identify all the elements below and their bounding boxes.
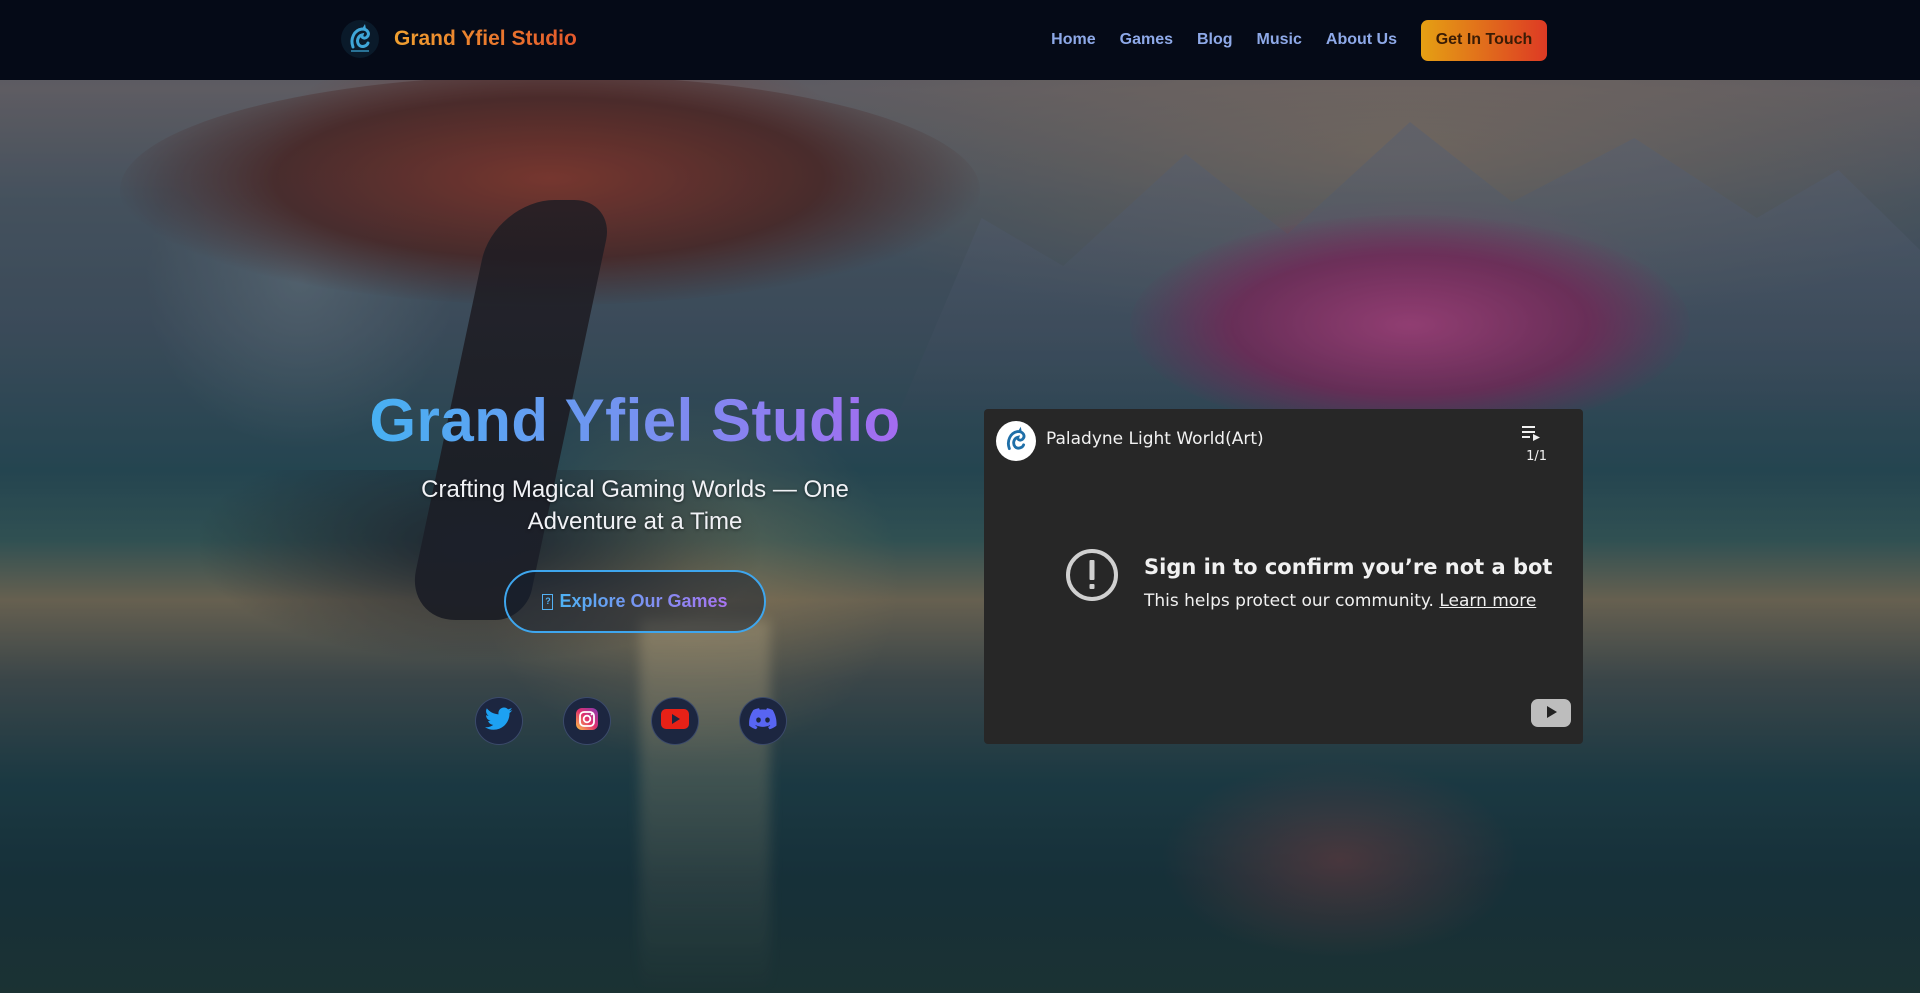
instagram-icon — [575, 707, 599, 736]
video-title[interactable]: Paladyne Light World(Art) — [1046, 429, 1264, 449]
hero-title: Grand Yfiel Studio — [369, 380, 900, 462]
nav-link-home[interactable]: Home — [1039, 31, 1107, 49]
dragon-logo-icon — [340, 19, 380, 59]
play-icon — [1544, 704, 1558, 723]
navbar: Grand Yfiel Studio Home Games Blog Music… — [0, 0, 1920, 80]
channel-avatar[interactable] — [996, 421, 1036, 461]
explore-games-button[interactable]: ? Explore Our Games — [504, 570, 766, 633]
youtube-link[interactable] — [651, 697, 699, 745]
hero-section: Grand Yfiel Studio Crafting Magical Gami… — [340, 380, 930, 745]
nav-link-blog[interactable]: Blog — [1185, 31, 1245, 49]
background-overlay — [0, 0, 1920, 993]
nav-link-music[interactable]: Music — [1245, 31, 1314, 49]
error-text: This helps protect our community. — [1144, 591, 1434, 611]
video-embed[interactable]: Paladyne Light World(Art) 1/1 Sign in to… — [984, 409, 1583, 744]
nav-links: Home Games Blog Music About Us Get In To… — [1039, 19, 1547, 61]
playlist-icon[interactable] — [1521, 423, 1541, 443]
discord-link[interactable] — [739, 697, 787, 745]
explore-games-label: Explore Our Games — [559, 591, 728, 611]
twitter-link[interactable] — [475, 697, 523, 745]
get-in-touch-button[interactable]: Get In Touch — [1421, 19, 1547, 61]
brand-link[interactable]: Grand Yfiel Studio — [340, 16, 577, 62]
instagram-link[interactable] — [563, 697, 611, 745]
discord-icon — [749, 707, 777, 735]
playlist-count: 1/1 — [1526, 449, 1547, 464]
brand-name: Grand Yfiel Studio — [394, 27, 577, 50]
missing-glyph-icon: ? — [542, 593, 554, 610]
error-message: Sign in to confirm you’re not a bot This… — [1064, 547, 1552, 611]
nav-link-about-us[interactable]: About Us — [1314, 31, 1409, 49]
error-description: This helps protect our community. Learn … — [1144, 591, 1552, 611]
hero-background-image — [0, 0, 1920, 993]
youtube-icon — [661, 708, 689, 734]
exclamation-icon — [1064, 547, 1120, 603]
learn-more-link[interactable]: Learn more — [1439, 591, 1536, 611]
error-text-group: Sign in to confirm you’re not a bot This… — [1144, 547, 1552, 611]
hero-subtitle: Crafting Magical Gaming Worlds — One Adv… — [421, 476, 849, 535]
error-title: Sign in to confirm you’re not a bot — [1144, 555, 1553, 579]
social-links — [475, 697, 787, 745]
nav-link-games[interactable]: Games — [1108, 31, 1185, 49]
twitter-icon — [484, 706, 513, 736]
youtube-play-button[interactable] — [1531, 699, 1571, 727]
